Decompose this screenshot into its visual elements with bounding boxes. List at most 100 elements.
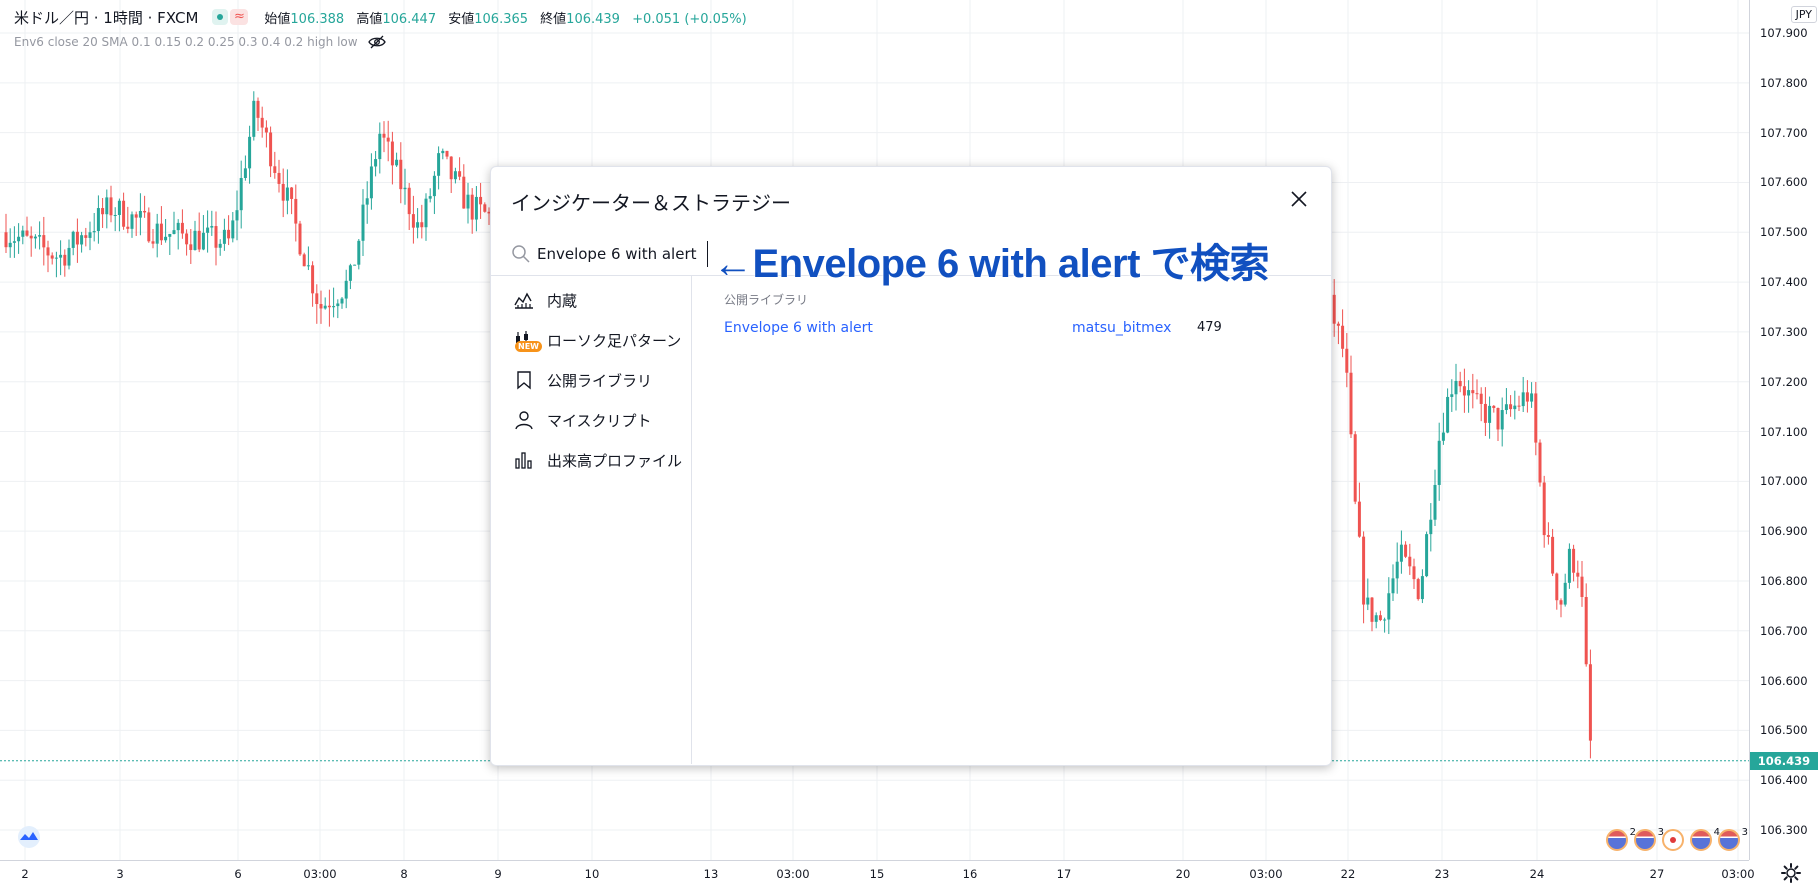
sidebar-item-public-library[interactable]: 公開ライブラリ — [491, 359, 691, 399]
candle-body — [420, 222, 424, 228]
candle-body — [189, 244, 193, 251]
candle-body — [8, 242, 12, 248]
price-axis[interactable]: JPY 107.900 107.800 107.700 107.600 107.500 1… — [1749, 0, 1820, 860]
candle-body — [67, 247, 71, 266]
candle-body — [168, 233, 172, 237]
sidebar-item-my-scripts[interactable]: マイスクリプト — [491, 399, 691, 439]
candle-body — [54, 257, 58, 259]
candle-body — [365, 198, 369, 205]
candle-body — [1345, 348, 1349, 373]
price-tick-label: 107.100 — [1760, 424, 1808, 439]
candle-body — [1416, 579, 1420, 600]
candle-body — [1446, 396, 1450, 433]
candle-body — [252, 100, 256, 137]
change-value: +0.051 (+0.05%) — [632, 11, 747, 27]
candle-body — [264, 127, 268, 133]
candle-body — [1404, 544, 1408, 557]
candle-body — [1521, 392, 1525, 407]
candle-body — [424, 198, 428, 228]
time-axis[interactable]: 2 3 6 03:00 8 9 10 13 03:00 15 16 17 20 03:00 22 23 24 27… — [0, 860, 1755, 887]
candle-body — [227, 229, 231, 239]
candle-body — [340, 298, 344, 304]
candle-body — [75, 231, 79, 245]
candle-body — [1437, 440, 1441, 485]
candle-body — [281, 183, 285, 201]
candle-body — [1551, 536, 1555, 574]
us-event-icon[interactable]: 3 — [1634, 827, 1664, 851]
indicator-title[interactable]: Env6 close 20 SMA 0.1 0.15 0.2 0.25 0.3 … — [14, 35, 358, 49]
candle-body — [59, 254, 63, 258]
candle-body — [1580, 576, 1584, 598]
candle-body — [311, 265, 315, 294]
event-count: 3 — [1741, 827, 1748, 838]
candle-body — [466, 194, 470, 209]
open-value: 106.388 — [290, 11, 345, 27]
candle-body — [1496, 408, 1500, 430]
candle-body — [50, 255, 54, 259]
candle-body — [344, 280, 348, 299]
candle-body — [294, 198, 298, 224]
symbol-title[interactable]: 米ドル／円 · 1時間 · FXCM — [14, 7, 198, 28]
eye-hidden-icon[interactable] — [367, 35, 386, 49]
candle-body — [382, 133, 386, 138]
sidebar-item-builtin[interactable]: 内蔵 — [491, 279, 691, 319]
volume-profile-icon — [515, 452, 532, 469]
market-status[interactable]: ≈ — [212, 9, 249, 25]
us-event-icon[interactable]: 3 — [1718, 827, 1748, 851]
tradingview-logo-icon[interactable] — [14, 826, 44, 848]
candle-body — [1349, 372, 1353, 435]
candle-body — [1517, 405, 1521, 407]
likes-count: 479 — [1197, 320, 1222, 335]
indicator-legend[interactable]: Env6 close 20 SMA 0.1 0.15 0.2 0.25 0.3 … — [14, 33, 386, 51]
time-tick-label: 9 — [494, 867, 502, 881]
sidebar-item-volume-profile[interactable]: 出来高プロファイル — [491, 439, 691, 479]
price-tick-label: 106.600 — [1760, 673, 1808, 688]
candle-body — [1567, 548, 1571, 583]
candle-body — [117, 200, 121, 215]
time-tick-label: 10 — [584, 867, 600, 881]
candle-body — [449, 156, 453, 180]
user-icon — [515, 411, 533, 430]
candle-body — [155, 223, 159, 244]
candle-body — [63, 254, 67, 266]
author-link[interactable]: matsu_bitmex — [1072, 320, 1171, 336]
sidebar-item-label: 出来高プロファイル — [547, 452, 683, 470]
candle-body — [159, 223, 163, 241]
sidebar-item-candlestick-patterns[interactable]: NEW ローソク足パターン — [491, 319, 691, 359]
candle-body — [1378, 615, 1382, 621]
candle-body — [1429, 519, 1433, 535]
script-name-link[interactable]: Envelope 6 with alert — [724, 320, 873, 336]
candle-body — [1362, 536, 1366, 605]
ohlc-values: 始値106.388 高値106.447 安値106.365 終値106.439 … — [264, 8, 746, 27]
high-value: 106.447 — [382, 11, 437, 27]
candle-body — [197, 230, 201, 250]
close-icon[interactable] — [1289, 189, 1309, 209]
candle-body — [277, 172, 281, 184]
candle-body — [218, 243, 222, 248]
close-label: 終値 — [540, 11, 567, 27]
result-row[interactable]: Envelope 6 with alert matsu_bitmex 479 — [692, 315, 1331, 345]
candle-body — [147, 212, 151, 242]
candle-body — [172, 230, 176, 234]
us-event-icon[interactable]: 2 — [1606, 827, 1636, 851]
gear-icon[interactable] — [1780, 862, 1802, 884]
time-tick-label: 16 — [962, 867, 978, 881]
candle-body — [1450, 394, 1454, 397]
candle-body — [411, 214, 415, 228]
economic-events[interactable]: 2 3 4 3 — [1606, 827, 1748, 851]
search-input[interactable] — [537, 241, 708, 267]
candle-body — [1538, 442, 1542, 483]
candle-body — [235, 210, 239, 221]
search-icon — [512, 245, 530, 263]
symbol-legend: 米ドル／円 · 1時間 · FXCM ≈ 始値106.388 高値106.447… — [14, 6, 747, 28]
candle-body — [260, 117, 264, 128]
jp-event-icon[interactable] — [1662, 829, 1684, 851]
us-event-icon[interactable]: 4 — [1690, 827, 1720, 851]
candle-body — [1563, 582, 1567, 605]
candle-body — [1454, 380, 1458, 395]
candle-body — [361, 204, 365, 241]
currency-button[interactable]: JPY — [1790, 6, 1817, 23]
candle-body — [17, 236, 21, 242]
price-tick-label: 106.700 — [1760, 623, 1808, 638]
candle-body — [453, 171, 457, 180]
